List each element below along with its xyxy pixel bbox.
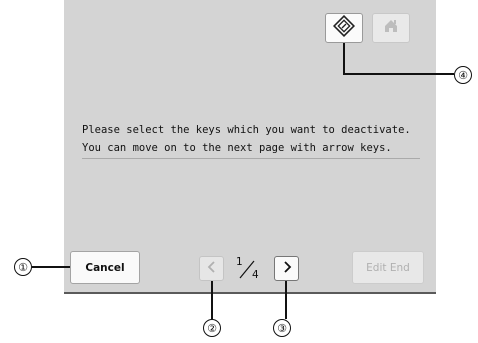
callout-4-leader-v [343,43,345,74]
key-lock-button[interactable] [325,13,363,43]
callout-4-leader-h [343,73,454,75]
chevron-left-icon [206,259,218,278]
callout-1-leader [32,266,70,268]
callout-4: ④ [454,66,472,84]
message-divider [82,158,420,159]
callout-3: ③ [273,319,291,337]
cancel-button[interactable]: Cancel [70,251,140,284]
callout-2: ② [203,319,221,337]
instruction-line-1: Please select the keys which you want to… [82,124,411,136]
callout-1: ① [14,258,32,276]
previous-page-button[interactable] [199,256,224,281]
screen-bottom-border [64,292,436,294]
next-page-button[interactable] [274,256,299,281]
page-total: 4 [252,269,259,281]
chevron-right-icon [281,259,293,278]
callout-2-leader [211,281,213,319]
edit-end-button[interactable]: Edit End [352,251,424,284]
instruction-line-2: You can move on to the next page with ar… [82,142,392,154]
home-button[interactable] [372,13,410,43]
lock-key-icon [332,14,356,41]
home-icon [382,17,400,39]
callout-3-leader [285,281,287,319]
